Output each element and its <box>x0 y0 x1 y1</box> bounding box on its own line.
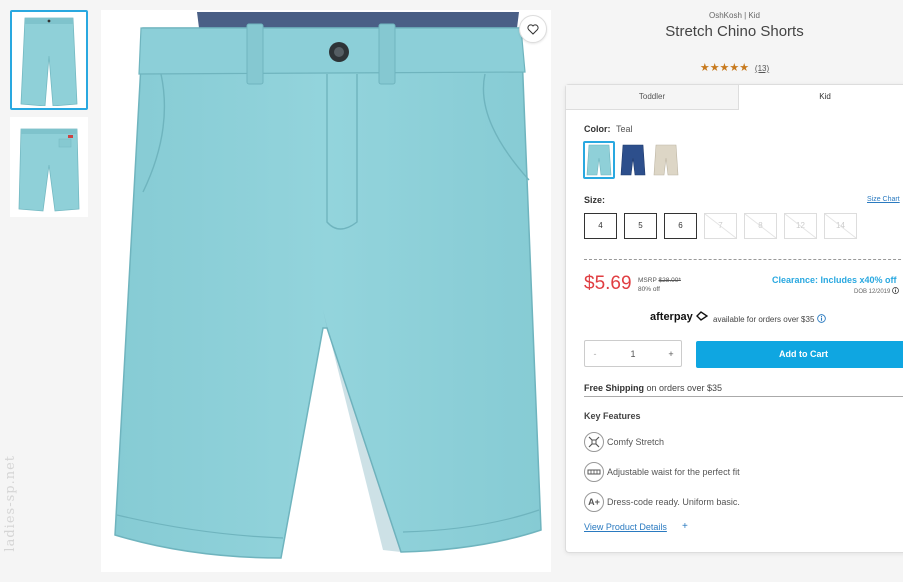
feature-item: Comfy Stretch <box>584 432 664 452</box>
shorts-front-thumb-image <box>20 17 78 106</box>
feature-item: Adjustable waist for the perfect fit <box>584 462 740 482</box>
size-range-tabs: Toddler Kid <box>566 85 903 110</box>
main-product-image <box>101 10 551 572</box>
size-option-8[interactable]: 8 <box>744 213 777 239</box>
size-option-12[interactable]: 12 <box>784 213 817 239</box>
add-to-cart-button[interactable]: Add to Cart <box>696 341 903 368</box>
msrp-label: MSRP <box>638 277 657 284</box>
feature-text: Dress-code ready. Uniform basic. <box>607 497 740 507</box>
divider <box>584 396 903 397</box>
thumbnail-back[interactable] <box>10 117 88 217</box>
product-page: ladies-sp.net OshKosh | Kid Stretch Chin… <box>0 0 903 582</box>
msrp-value: $28.00* <box>658 277 681 284</box>
quantity-decrement-button[interactable]: - <box>585 349 605 359</box>
key-features-title: Key Features <box>584 411 641 421</box>
quantity-stepper: - 1 + <box>584 340 682 367</box>
thumbnail-front[interactable] <box>10 10 88 110</box>
expand-plus-icon[interactable]: + <box>682 521 688 532</box>
watermark-text: ladies-sp.net <box>3 455 18 552</box>
discount-percent: 80% off <box>638 286 660 293</box>
teal-shorts-swatch-image <box>586 144 612 176</box>
color-selector-label: Color: Teal <box>584 124 633 134</box>
star-rating-icon: ★★★★★ <box>699 62 750 74</box>
afterpay-arrows-icon <box>695 311 709 321</box>
product-title: Stretch Chino Shorts <box>665 23 804 40</box>
shorts-front-image <box>114 12 542 559</box>
afterpay-note: available for orders over $35 <box>713 314 826 324</box>
review-count-link[interactable]: (13) <box>755 64 769 73</box>
tab-kid[interactable]: Kid <box>739 85 903 110</box>
divider <box>584 259 903 260</box>
tab-toddler[interactable]: Toddler <box>566 85 739 110</box>
free-shipping-rest: on orders over $35 <box>644 383 723 393</box>
afterpay-brand: afterpay <box>650 311 693 323</box>
clearance-text: Clearance: Includes x40% off <box>772 275 897 285</box>
purchase-panel: Toddler Kid Color: Teal Size: Size Chart… <box>565 84 903 553</box>
dob-text: DOB 12/2019 <box>854 287 899 295</box>
color-value: Teal <box>616 124 633 134</box>
size-option-7[interactable]: 7 <box>704 213 737 239</box>
swatch-navy[interactable] <box>617 141 649 179</box>
quantity-increment-button[interactable]: + <box>661 349 681 359</box>
msrp-block: MSRP $28.00* 80% off <box>638 276 681 294</box>
heart-icon <box>527 23 539 35</box>
grade-a-plus-icon: A+ <box>584 492 604 512</box>
navy-shorts-swatch-image <box>620 144 646 176</box>
swatch-khaki[interactable] <box>650 141 682 179</box>
size-option-6[interactable]: 6 <box>664 213 697 239</box>
sale-price: $5.69 <box>584 273 632 294</box>
dob-value: DOB 12/2019 <box>854 289 891 295</box>
feature-text: Adjustable waist for the perfect fit <box>607 467 740 477</box>
rating-row[interactable]: ★★★★★ (13) <box>566 61 903 74</box>
quantity-input[interactable]: 1 <box>605 349 661 359</box>
afterpay-logo: afterpay <box>650 311 709 323</box>
color-label: Color: <box>584 124 611 134</box>
khaki-shorts-swatch-image <box>653 144 679 176</box>
feature-item: A+ Dress-code ready. Uniform basic. <box>584 492 740 512</box>
free-shipping-bold: Free Shipping <box>584 383 645 393</box>
view-product-details-link[interactable]: View Product Details <box>584 522 667 532</box>
info-circle-icon[interactable] <box>816 314 826 323</box>
info-icon[interactable] <box>892 287 899 294</box>
adjustable-waist-icon <box>584 462 604 482</box>
swatch-teal[interactable] <box>583 141 615 179</box>
stretch-icon <box>584 432 604 452</box>
feature-text: Comfy Stretch <box>607 437 665 447</box>
size-chart-link[interactable]: Size Chart <box>867 196 900 203</box>
brand-line: OshKosh | Kid <box>709 11 760 20</box>
size-option-14[interactable]: 14 <box>824 213 857 239</box>
afterpay-note-text: available for orders over $35 <box>713 315 815 324</box>
size-option-4[interactable]: 4 <box>584 213 617 239</box>
free-shipping-note: Free Shipping on orders over $35 <box>584 383 722 393</box>
favorite-heart-button[interactable] <box>519 15 547 43</box>
size-label: Size: <box>584 195 606 205</box>
shorts-back-thumb-image <box>18 128 80 212</box>
size-option-5[interactable]: 5 <box>624 213 657 239</box>
